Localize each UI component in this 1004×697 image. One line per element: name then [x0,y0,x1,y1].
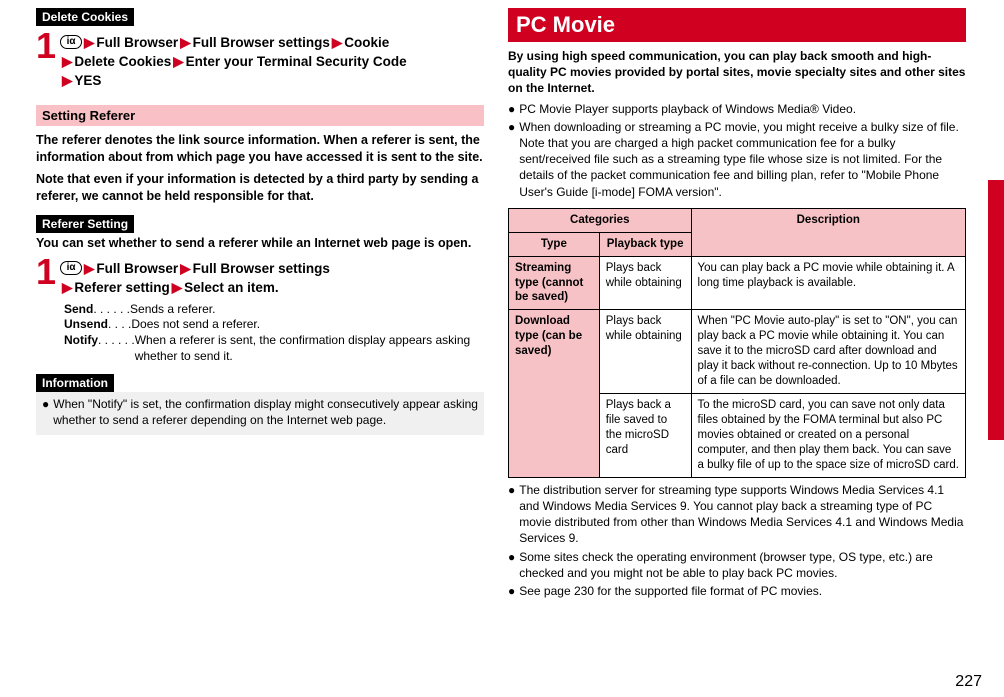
i-alpha-icon: iα [60,261,82,275]
cell-type-1: Download type (can be saved) [509,310,600,477]
cell-type-0: Streaming type (cannot be saved) [509,256,600,310]
path-text: Select an item. [184,280,279,295]
cell-pb-0: Plays back while obtaining [599,256,691,310]
setting-referer-para1: The referer denotes the link source info… [36,132,484,166]
page-number: 227 [955,673,982,691]
pre-bullet-1: ●When downloading or streaming a PC movi… [508,119,966,200]
bullet-dot-icon: ● [508,583,515,599]
def-unsend: Unsend . . . .Does not send a referer. [64,317,484,333]
path-text: Full Browser settings [193,261,330,276]
cell-desc-2: To the microSD card, you can save not on… [691,394,965,478]
pre-bullets: ●PC Movie Player supports playback of Wi… [508,101,966,200]
bullet-dot-icon: ● [508,101,515,117]
arrow-icon: ▶ [180,261,190,276]
post-bullet-1: ●Some sites check the operating environm… [508,549,966,581]
delete-cookies-tag: Delete Cookies [36,8,134,26]
post-bullets: ●The distribution server for streaming t… [508,482,966,599]
def-send: Send . . . . . .Sends a referer. [64,302,484,318]
setting-referer-para2: Note that even if your information is de… [36,171,484,205]
information-label: Information [36,374,114,392]
i-alpha-icon: iα [60,35,82,49]
cell-desc-1: When "PC Movie auto-play" is set to "ON"… [691,310,965,394]
bullet-dot-icon: ● [508,119,515,200]
step-number-1a: 1 [36,28,56,64]
right-column: PC Movie By using high speed communicati… [508,8,966,599]
cell-pb-1: Plays back while obtaining [599,310,691,394]
def-notify: Notify. . . . . .When a referer is sent,… [64,333,484,364]
arrow-icon: ▶ [84,261,94,276]
definition-list: Send . . . . . .Sends a referer. Unsend … [36,302,484,364]
arrow-icon: ▶ [62,54,72,69]
path-text: Full Browser [96,35,178,50]
path-text: Full Browser settings [193,35,330,50]
arrow-icon: ▶ [172,280,182,295]
information-body: ●When "Notify" is set, the confirmation … [36,392,484,434]
left-column: Delete Cookies 1 iα▶Full Browser▶Full Br… [36,8,484,599]
arrow-icon: ▶ [62,73,72,88]
pc-movie-intro: By using high speed communication, you c… [508,48,966,97]
arrow-icon: ▶ [332,35,342,50]
arrow-icon: ▶ [173,54,183,69]
path-text: Cookie [344,35,389,50]
delete-cookies-step: 1 iα▶Full Browser▶Full Browser settings▶… [36,28,484,91]
pc-movie-title: PC Movie [508,8,966,42]
referer-setting-step: 1 iα▶Full Browser▶Full Browser settings … [36,254,484,298]
table-row: Download type (can be saved) Plays back … [509,310,966,394]
path-text: Enter your Terminal Security Code [186,54,407,69]
bullet-dot-icon: ● [508,482,515,547]
pre-bullet-0: ●PC Movie Player supports playback of Wi… [508,101,966,117]
path-text: Referer setting [74,280,169,295]
categories-table: Categories Description Type Playback typ… [508,208,966,478]
path-text: Delete Cookies [74,54,171,69]
post-bullet-2: ●See page 230 for the supported file for… [508,583,966,599]
referer-setting-tag: Referer Setting [36,215,134,233]
arrow-icon: ▶ [180,35,190,50]
cell-desc-0: You can play back a PC movie while obtai… [691,256,965,310]
bullet-dot-icon: ● [42,396,49,428]
th-categories: Categories [509,208,692,232]
cell-pb-2: Plays back a file saved to the microSD c… [599,394,691,478]
th-description: Description [691,208,965,256]
side-tab-label: Full Browser/PC Movie [986,186,1001,348]
table-row: Streaming type (cannot be saved) Plays b… [509,256,966,310]
arrow-icon: ▶ [84,35,94,50]
arrow-icon: ▶ [62,280,72,295]
th-type: Type [509,232,600,256]
step-number-1b: 1 [36,254,56,290]
post-bullet-0: ●The distribution server for streaming t… [508,482,966,547]
referer-setting-lead: You can set whether to send a referer wh… [36,235,484,252]
setting-referer-heading: Setting Referer [36,105,484,126]
path-text: Full Browser [96,261,178,276]
path-text: YES [74,73,101,88]
bullet-dot-icon: ● [508,549,515,581]
side-tab: Full Browser/PC Movie [982,180,1004,440]
information-text: When "Notify" is set, the confirmation d… [53,396,478,428]
th-playback: Playback type [599,232,691,256]
